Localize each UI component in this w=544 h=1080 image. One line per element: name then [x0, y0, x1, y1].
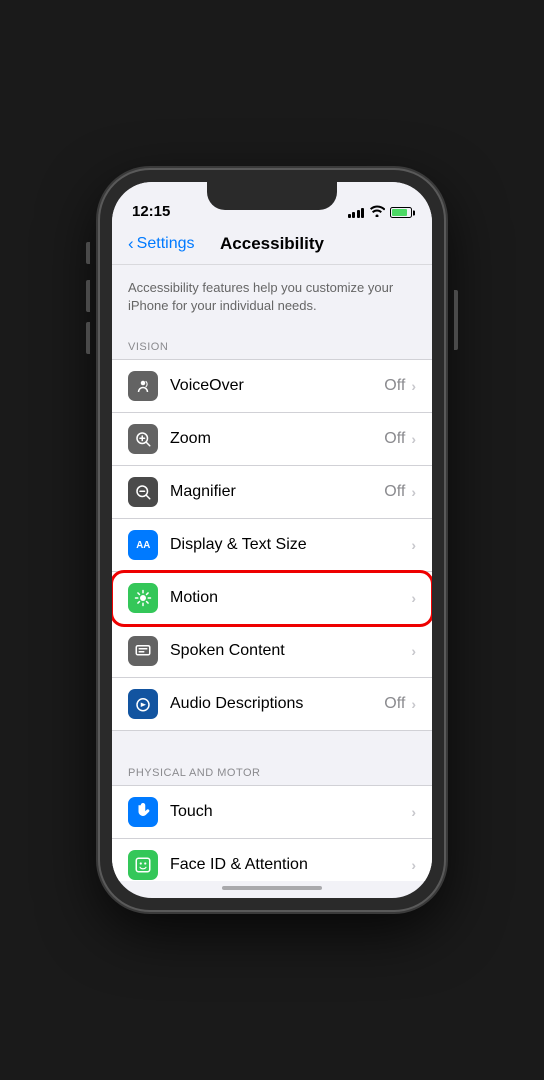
page-title: Accessibility: [220, 234, 324, 254]
back-label: Settings: [137, 235, 195, 253]
display-icon: AA: [128, 530, 158, 560]
volume-down-button: [86, 322, 90, 354]
display-label: Display & Text Size: [170, 536, 405, 554]
home-indicator: [222, 886, 322, 890]
touch-icon: [128, 797, 158, 827]
voiceover-icon: [128, 371, 158, 401]
magnifier-chevron-icon: ›: [411, 484, 416, 500]
audio-chevron-icon: ›: [411, 696, 416, 712]
list-item-zoom[interactable]: Zoom Off ›: [112, 413, 432, 466]
vision-section: VISION VoiceOver Off ›: [112, 325, 432, 731]
signal-bar-2: [352, 212, 355, 218]
battery-fill: [392, 209, 407, 216]
magnifier-value: Off: [384, 483, 405, 501]
status-icons: [348, 205, 413, 220]
audio-label: Audio Descriptions: [170, 695, 384, 713]
faceid-label: Face ID & Attention: [170, 856, 405, 874]
zoom-value: Off: [384, 430, 405, 448]
spoken-label: Spoken Content: [170, 642, 405, 660]
faceid-chevron-icon: ›: [411, 857, 416, 873]
motion-label: Motion: [170, 589, 405, 607]
physical-motor-list: Touch ›: [112, 785, 432, 881]
signal-bar-3: [357, 210, 360, 218]
magnifier-label: Magnifier: [170, 483, 384, 501]
display-chevron-icon: ›: [411, 537, 416, 553]
list-item-motion[interactable]: Motion ›: [112, 572, 432, 625]
list-item-spoken[interactable]: Spoken Content ›: [112, 625, 432, 678]
touch-chevron-icon: ›: [411, 804, 416, 820]
spoken-icon: [128, 636, 158, 666]
voiceover-value: Off: [384, 377, 405, 395]
power-button: [454, 290, 458, 350]
list-item-voiceover[interactable]: VoiceOver Off ›: [112, 360, 432, 413]
faceid-icon: [128, 850, 158, 880]
voiceover-label: VoiceOver: [170, 377, 384, 395]
wifi-icon: [369, 205, 385, 220]
audio-value: Off: [384, 695, 405, 713]
silent-switch: [86, 242, 90, 264]
list-item-audio[interactable]: Audio Descriptions Off ›: [112, 678, 432, 730]
svg-text:AA: AA: [136, 540, 150, 551]
phone-frame: 12:15: [100, 170, 444, 910]
notch: [207, 182, 337, 210]
physical-motor-section: PHYSICAL AND MOTOR Touch ›: [112, 751, 432, 881]
audio-icon: [128, 689, 158, 719]
signal-bar-1: [348, 214, 351, 218]
touch-label: Touch: [170, 803, 405, 821]
list-item-magnifier[interactable]: Magnifier Off ›: [112, 466, 432, 519]
list-item-faceid[interactable]: Face ID & Attention ›: [112, 839, 432, 881]
signal-bar-4: [361, 208, 364, 218]
navigation-bar: ‹ Settings Accessibility: [112, 226, 432, 265]
motion-chevron-icon: ›: [411, 590, 416, 606]
magnifier-icon: [128, 477, 158, 507]
list-item-display[interactable]: AA Display & Text Size ›: [112, 519, 432, 572]
status-time: 12:15: [132, 203, 170, 220]
zoom-chevron-icon: ›: [411, 431, 416, 447]
back-button[interactable]: ‹ Settings: [128, 235, 194, 254]
phone-screen: 12:15: [112, 182, 432, 898]
scroll-area[interactable]: Accessibility features help you customiz…: [112, 265, 432, 881]
volume-up-button: [86, 280, 90, 312]
back-chevron-icon: ‹: [128, 234, 134, 254]
motion-icon: [128, 583, 158, 613]
vision-list: VoiceOver Off ›: [112, 359, 432, 731]
vision-section-header: VISION: [112, 325, 432, 359]
zoom-icon: [128, 424, 158, 454]
voiceover-chevron-icon: ›: [411, 378, 416, 394]
description-text: Accessibility features help you customiz…: [112, 265, 432, 325]
battery-icon: [390, 207, 412, 218]
signal-icon: [348, 208, 365, 218]
spoken-chevron-icon: ›: [411, 643, 416, 659]
physical-motor-header: PHYSICAL AND MOTOR: [112, 751, 432, 785]
list-item-touch[interactable]: Touch ›: [112, 786, 432, 839]
zoom-label: Zoom: [170, 430, 384, 448]
